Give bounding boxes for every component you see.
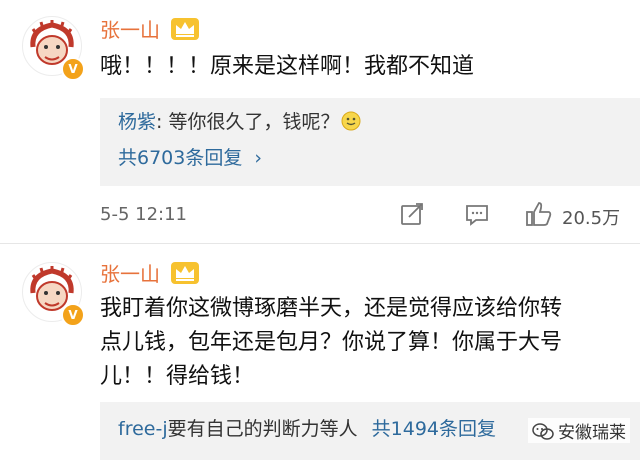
crown-icon <box>171 18 199 40</box>
divider <box>0 243 640 244</box>
more-replies-label: 共6703条回复 <box>118 147 243 169</box>
smile-emoji-icon <box>341 111 361 131</box>
like-icon[interactable] <box>525 200 553 228</box>
reply-preview[interactable]: free-j要有自己的判断力等人 共1494条回复 <box>118 417 496 441</box>
crown-icon <box>171 262 199 284</box>
reply-text: 等你很久了，钱呢？ <box>168 111 340 133</box>
comment-text: 哦！！！！原来是这样啊！我都不知道 <box>100 50 474 84</box>
share-icon[interactable] <box>400 202 426 226</box>
reply-preview[interactable]: 杨紫: 等你很久了，钱呢？ <box>118 110 361 134</box>
more-replies-link[interactable]: 共1494条回复 <box>372 418 496 440</box>
comment-author[interactable]: 张一山 <box>100 18 160 42</box>
watermark: 安徽瑞莱 <box>528 418 630 443</box>
verified-badge-icon: V <box>61 57 85 81</box>
comment-line: 我盯着你这微博琢磨半天，还是觉得应该给你转 <box>100 296 563 321</box>
reply-text: 要有自己的判断力等人 <box>167 418 358 440</box>
like-count: 20.5万 <box>562 208 621 229</box>
reply-separator: : <box>156 111 169 133</box>
comment-text: 我盯着你这微博琢磨半天，还是觉得应该给你转 点儿钱，包年还是包月？你说了算！你属… <box>100 292 562 394</box>
reply-author[interactable]: free-j <box>118 418 168 440</box>
more-replies-link[interactable]: 共6703条回复 › <box>118 146 262 170</box>
comment-icon[interactable] <box>464 203 490 227</box>
avatar[interactable]: V <box>22 262 85 327</box>
wechat-icon <box>532 423 554 440</box>
watermark-text: 安徽瑞莱 <box>558 423 626 443</box>
verified-badge-icon: V <box>61 303 85 327</box>
comment-line: 点儿钱，包年还是包月？你说了算！你属于大号 <box>100 330 563 355</box>
comment-line: 哦！！！！原来是这样啊！我都不知道 <box>100 54 475 79</box>
reply-author[interactable]: 杨紫 <box>118 111 156 133</box>
comment-line: 儿！！得给钱！ <box>100 364 255 389</box>
chevron-right-icon: › <box>254 147 263 169</box>
comment-date: 5-5 12:11 <box>100 204 187 225</box>
avatar[interactable]: V <box>22 16 85 81</box>
comment-author[interactable]: 张一山 <box>100 262 160 286</box>
